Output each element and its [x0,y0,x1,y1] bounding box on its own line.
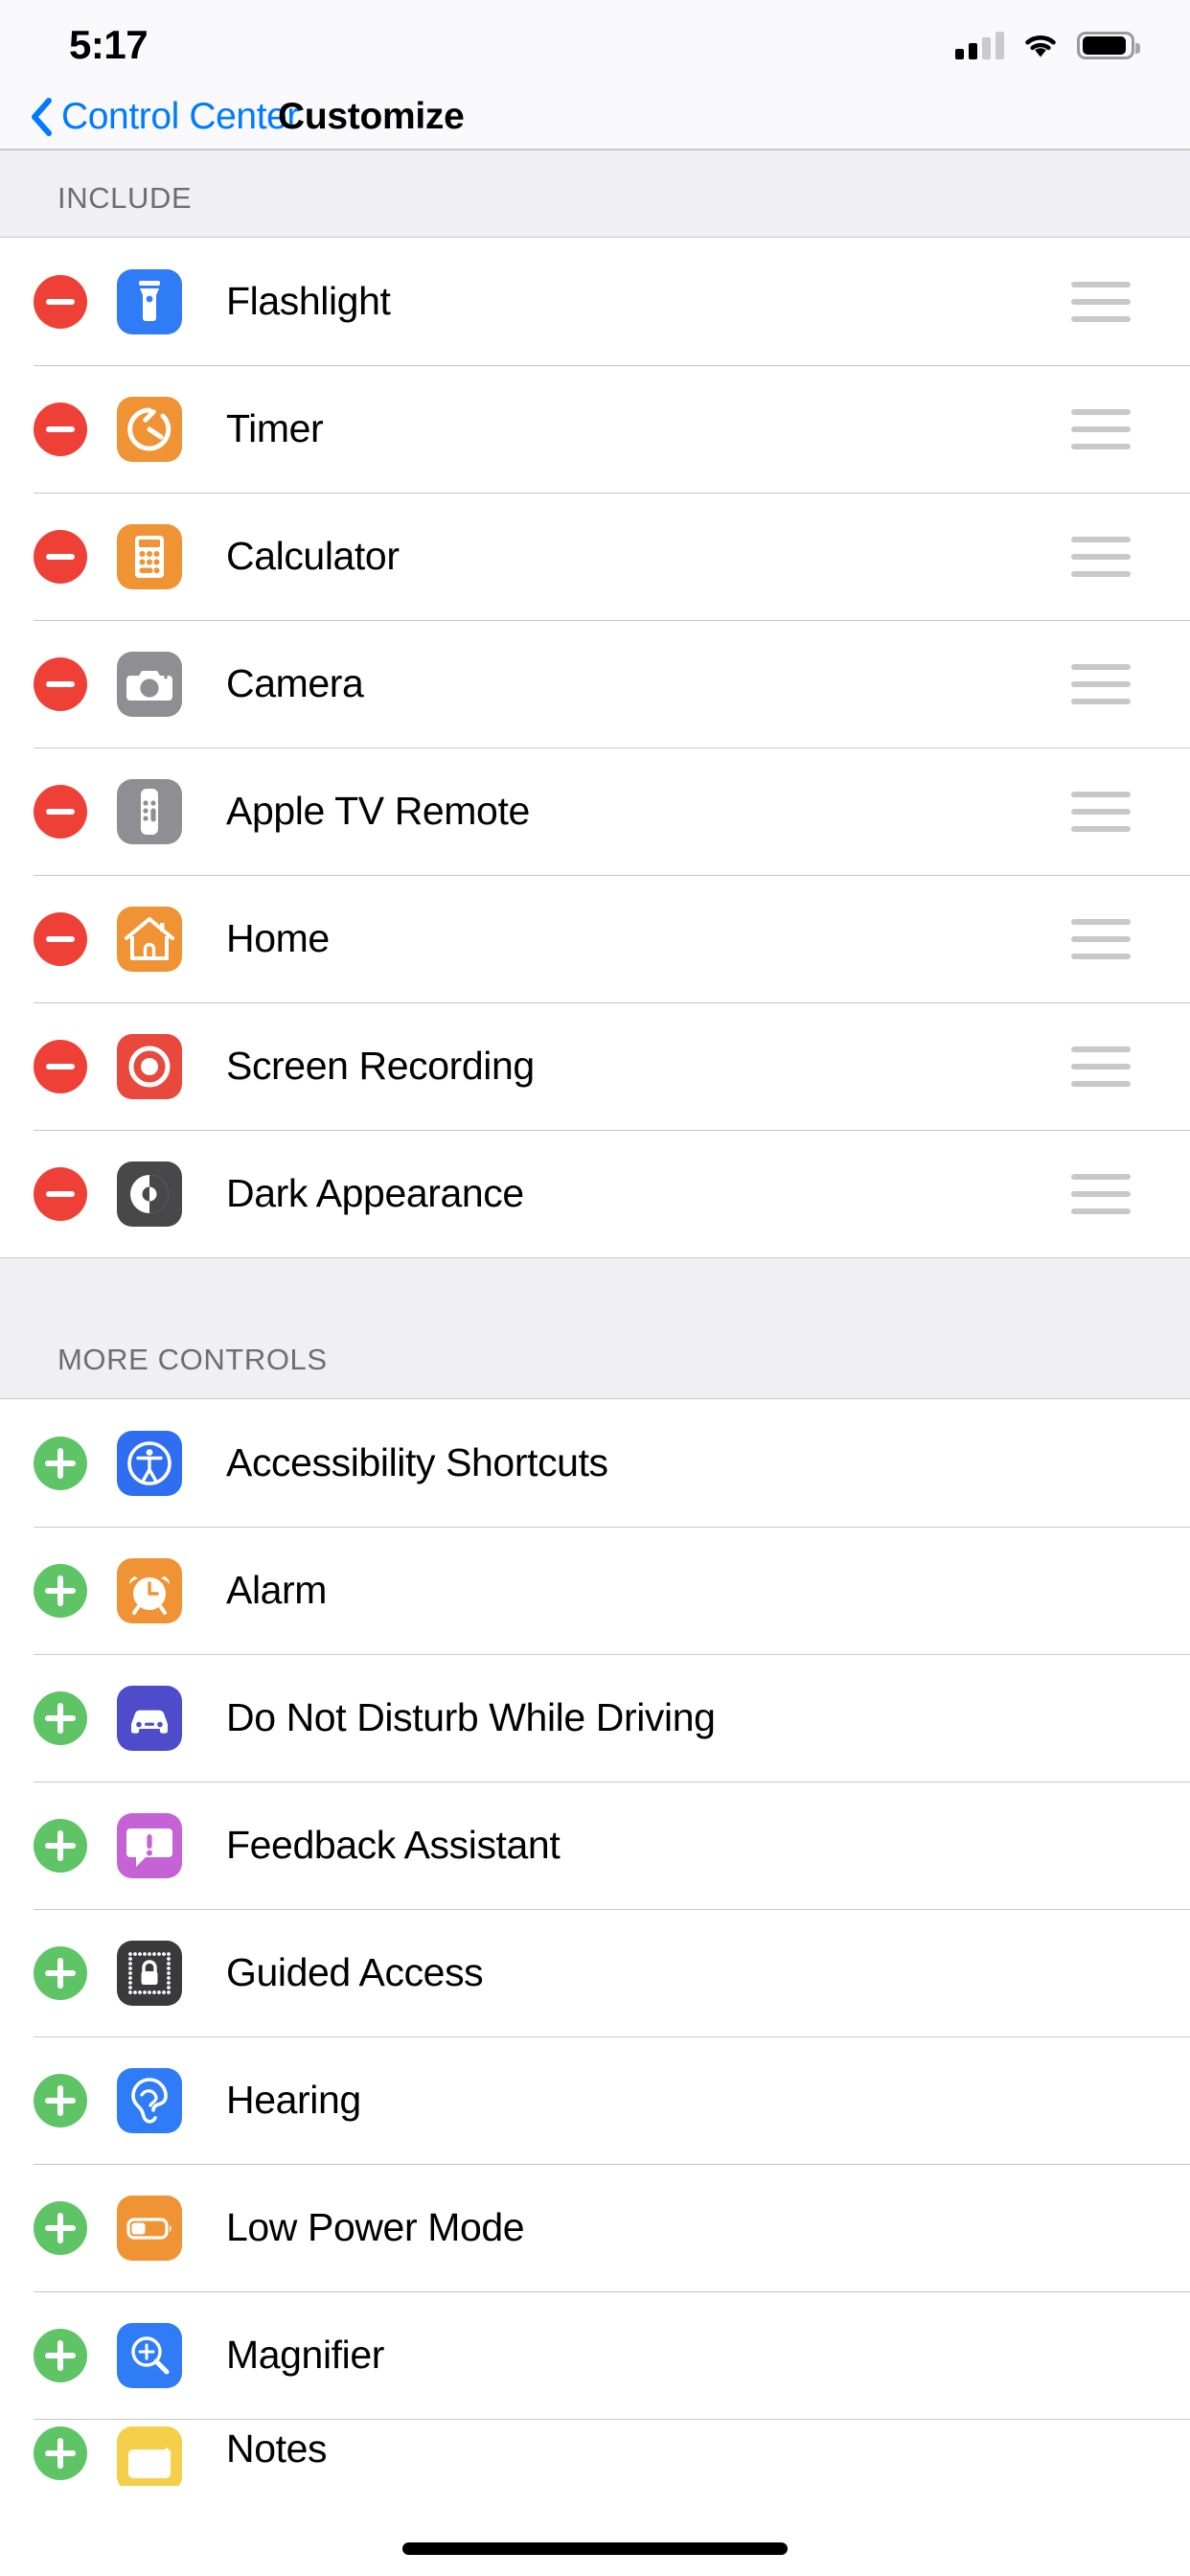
navigation-bar: Control Center Customize [0,84,1190,150]
cellular-signal-icon [955,31,1004,59]
table-row[interactable]: Magnifier [0,2291,1190,2419]
row-label: Alarm [226,1568,328,1612]
row-label: Notes [226,2426,328,2471]
plus-circle-icon[interactable] [34,1690,87,1745]
plus-circle-icon[interactable] [34,2200,87,2255]
plus-circle-icon[interactable] [34,1818,87,1873]
row-label: Apple TV Remote [226,789,530,833]
table-row[interactable]: Accessibility Shortcuts [0,1399,1190,1527]
back-button[interactable]: Control Center [29,96,299,138]
home-icon [117,906,182,972]
table-row[interactable]: Low Power Mode [0,2164,1190,2291]
wifi-icon [1025,34,1056,58]
table-row[interactable]: Guided Access [0,1909,1190,2036]
table-row[interactable]: Alarm [0,1527,1190,1654]
reorder-handle-icon[interactable] [1071,1173,1131,1214]
plus-circle-icon[interactable] [34,1563,87,1618]
table-row[interactable]: Home [0,875,1190,1002]
table-row[interactable]: Hearing [0,2036,1190,2164]
battery-icon [1077,31,1140,59]
include-list: Flashlight Timer Calculator Camera Apple TV … [0,238,1190,1257]
magnifier-icon [117,2322,182,2388]
row-label: Home [226,916,330,960]
plus-circle-icon[interactable] [34,2426,87,2480]
car-icon [117,1685,182,1751]
chevron-left-icon [32,97,52,136]
plus-circle-icon[interactable] [34,2328,87,2382]
table-row[interactable]: Timer [0,365,1190,493]
row-label: Accessibility Shortcuts [226,1440,608,1484]
row-label: Feedback Assistant [226,1823,561,1867]
row-label: Calculator [226,534,400,578]
reorder-handle-icon[interactable] [1071,281,1131,322]
calculator-icon [117,523,182,589]
page-title: Customize [278,95,465,137]
table-row[interactable]: Feedback Assistant [0,1782,1190,1909]
hearing-ear-icon [117,2067,182,2133]
table-row[interactable]: Screen Recording [0,1002,1190,1130]
notes-icon [117,2426,182,2486]
section-header-more-controls: MORE CONTROLS [0,1257,1190,1399]
table-row[interactable]: Camera [0,620,1190,748]
screen-recording-icon [117,1033,182,1099]
more-controls-list: Accessibility Shortcuts Alarm Do Not Distu… [0,1399,1190,2486]
minus-circle-icon[interactable] [34,402,87,456]
section-header-include: INCLUDE [0,150,1190,238]
row-label: Low Power Mode [226,2205,525,2249]
camera-icon [117,651,182,717]
reorder-handle-icon[interactable] [1071,408,1131,449]
table-row[interactable]: Notes [0,2419,1190,2486]
table-row[interactable]: Flashlight [0,238,1190,365]
feedback-icon [117,1812,182,1878]
reorder-handle-icon[interactable] [1071,918,1131,959]
minus-circle-icon[interactable] [34,1166,87,1221]
row-label: Timer [226,406,324,450]
dark-appearance-icon [117,1161,182,1227]
row-label: Do Not Disturb While Driving [226,1695,716,1739]
guided-access-icon [117,1940,182,2006]
row-label: Screen Recording [226,1044,535,1088]
accessibility-icon [117,1430,182,1496]
row-label: Guided Access [226,1950,484,1994]
status-bar: 5:17 [0,0,1190,84]
reorder-handle-icon[interactable] [1071,536,1131,577]
table-row[interactable]: Do Not Disturb While Driving [0,1654,1190,1782]
minus-circle-icon[interactable] [34,274,87,329]
back-button-label: Control Center [61,95,300,137]
tv-remote-icon [117,778,182,844]
reorder-handle-icon[interactable] [1071,791,1131,832]
plus-circle-icon[interactable] [34,2073,87,2128]
row-label: Dark Appearance [226,1171,524,1215]
timer-icon [117,396,182,462]
table-row[interactable]: Calculator [0,493,1190,620]
reorder-handle-icon[interactable] [1071,1046,1131,1087]
plus-circle-icon[interactable] [34,1945,87,2000]
flashlight-icon [117,268,182,334]
minus-circle-icon[interactable] [34,529,87,584]
row-label: Flashlight [226,279,391,323]
reorder-handle-icon[interactable] [1071,663,1131,704]
minus-circle-icon[interactable] [34,656,87,711]
row-label: Magnifier [226,2333,385,2377]
status-bar-time: 5:17 [69,22,149,67]
plus-circle-icon[interactable] [34,1436,87,1490]
low-power-battery-icon [117,2195,182,2261]
home-indicator [402,2542,788,2555]
status-bar-indicators [955,25,1140,59]
table-row[interactable]: Dark Appearance [0,1130,1190,1257]
alarm-clock-icon [117,1557,182,1623]
minus-circle-icon[interactable] [34,784,87,839]
table-row[interactable]: Apple TV Remote [0,748,1190,875]
minus-circle-icon[interactable] [34,1039,87,1093]
row-label: Hearing [226,2078,361,2122]
minus-circle-icon[interactable] [34,911,87,966]
row-label: Camera [226,661,364,705]
